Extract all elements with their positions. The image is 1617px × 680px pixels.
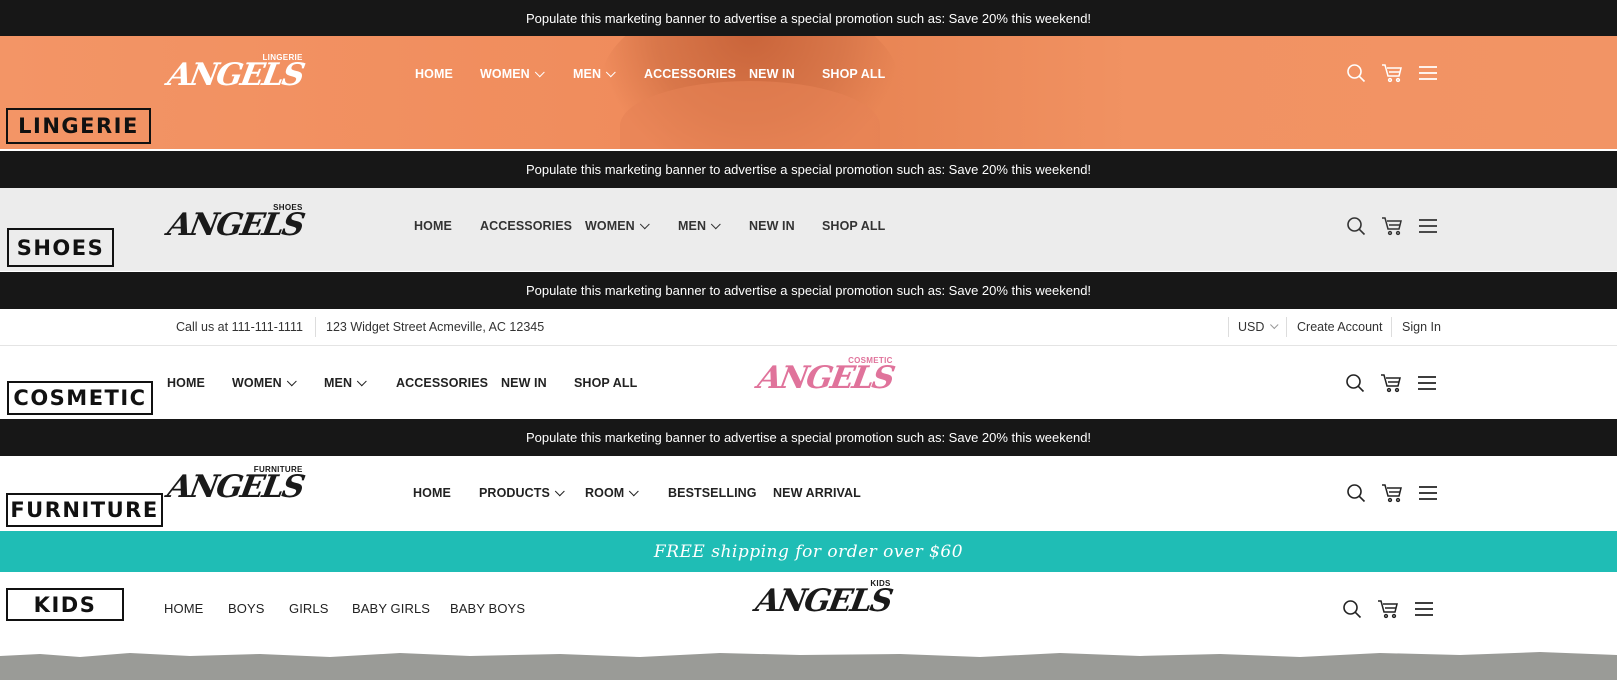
search-icon[interactable] (1346, 63, 1366, 83)
chevron-down-icon (605, 66, 616, 77)
promo-banner-shoes: Populate this marketing banner to advert… (0, 151, 1617, 188)
top-bar-cosmetic: Call us at 111-111-1111 123 Widget Stree… (0, 309, 1617, 346)
header-icons (1346, 216, 1438, 236)
logo-word: ANGELS (164, 57, 306, 93)
phone-link[interactable]: Call us at 111-111-1111 (176, 320, 303, 334)
promo-text: Populate this marketing banner to advert… (525, 162, 1092, 177)
nav-men[interactable]: MEN (678, 218, 721, 233)
section-tag-furniture: FURNITURE (6, 493, 163, 527)
header-icons (1342, 599, 1434, 619)
promo-text: Populate this marketing banner to advert… (525, 283, 1092, 298)
nav-accessories[interactable]: ACCESSORIES (396, 376, 488, 390)
divider (1228, 317, 1229, 337)
search-icon[interactable] (1345, 373, 1365, 393)
menu-icon[interactable] (1418, 64, 1438, 82)
nav-new-arrival[interactable]: NEW ARRIVAL (773, 486, 861, 500)
nav-products[interactable]: PRODUCTS (479, 485, 565, 500)
nav-room[interactable]: ROOM (585, 485, 640, 500)
nav-home[interactable]: HOME (415, 67, 453, 81)
header-furniture: FURNITURE ANGELS HOME PRODUCTS ROOM BEST… (0, 456, 1617, 531)
nav-new-in[interactable]: NEW IN (501, 376, 547, 390)
promo-text: Populate this marketing banner to advert… (525, 430, 1092, 445)
nav-home[interactable]: HOME (414, 219, 452, 233)
promo-banner-lingerie: Populate this marketing banner to advert… (0, 0, 1617, 36)
section-tag-cosmetic: COSMETIC (7, 381, 153, 415)
nav-boys[interactable]: BOYS (228, 601, 265, 616)
sign-in-link[interactable]: Sign In (1402, 320, 1441, 334)
shipping-text: FREE shipping for order over $60 (653, 541, 964, 562)
nav-new-in[interactable]: NEW IN (749, 219, 795, 233)
menu-icon[interactable] (1417, 374, 1437, 392)
nav-bestselling[interactable]: BESTSELLING (668, 486, 757, 500)
chevron-down-icon (639, 218, 650, 229)
menu-icon[interactable] (1414, 600, 1434, 618)
header-icons (1346, 63, 1438, 83)
divider (1391, 317, 1392, 337)
nav-home[interactable]: HOME (164, 601, 203, 616)
nav-baby-girls[interactable]: BABY GIRLS (352, 601, 430, 616)
header-shoes: SHOES ANGELS HOME ACCESSORIES WOMEN MEN … (0, 188, 1617, 271)
search-icon[interactable] (1346, 483, 1366, 503)
chevron-down-icon (629, 485, 640, 496)
nav-women[interactable]: WOMEN (232, 375, 297, 390)
nav-new-in[interactable]: NEW IN (749, 67, 795, 81)
cart-icon[interactable] (1381, 216, 1403, 236)
header-cosmetic: HOME WOMEN MEN ACCESSORIES NEW IN SHOP A… (0, 346, 1617, 419)
chevron-down-icon (356, 375, 367, 386)
currency-selector[interactable]: USD (1238, 320, 1279, 334)
chevron-down-icon (286, 375, 297, 386)
section-tag-kids: KIDS (6, 588, 124, 621)
divider (1286, 317, 1287, 337)
divider (315, 317, 316, 337)
promo-banner-furniture: Populate this marketing banner to advert… (0, 419, 1617, 456)
nav-girls[interactable]: GIRLS (289, 601, 329, 616)
chevron-down-icon (1270, 320, 1279, 330)
header-kids: HOME BOYS GIRLS BABY GIRLS BABY BOYS KID… (0, 572, 1617, 680)
promo-banner-cosmetic: Populate this marketing banner to advert… (0, 272, 1617, 309)
logo-cosmetic[interactable]: COSMETIC ANGELS (754, 356, 896, 396)
search-icon[interactable] (1346, 216, 1366, 236)
nav-shop-all[interactable]: SHOP ALL (822, 67, 885, 81)
logo-shoes[interactable]: SHOES ANGELS (164, 203, 306, 243)
nav-shop-all[interactable]: SHOP ALL (574, 376, 637, 390)
chevron-down-icon (710, 218, 721, 229)
nav-shop-all[interactable]: SHOP ALL (822, 219, 885, 233)
cart-icon[interactable] (1381, 483, 1403, 503)
shipping-banner-kids: FREE shipping for order over $60 (0, 531, 1617, 572)
nav-home[interactable]: HOME (413, 486, 451, 500)
nav-accessories[interactable]: ACCESSORIES (644, 67, 736, 81)
section-tag-lingerie: LINGERIE (6, 108, 151, 144)
logo-word: ANGELS (754, 360, 896, 396)
nav-men[interactable]: MEN (573, 66, 616, 81)
chevron-down-icon (534, 66, 545, 77)
chevron-down-icon (554, 485, 565, 496)
header-icons (1345, 373, 1437, 393)
store-address: 123 Widget Street Acmeville, AC 12345 (326, 320, 545, 334)
cart-icon[interactable] (1377, 599, 1399, 619)
logo-word: ANGELS (752, 583, 894, 619)
promo-text: Populate this marketing banner to advert… (525, 10, 1092, 26)
cart-icon[interactable] (1381, 63, 1403, 83)
nav-men[interactable]: MEN (324, 375, 367, 390)
nav-women[interactable]: WOMEN (480, 66, 545, 81)
header-icons (1346, 483, 1438, 503)
nav-baby-boys[interactable]: BABY BOYS (450, 601, 525, 616)
cart-icon[interactable] (1380, 373, 1402, 393)
section-tag-shoes: SHOES (7, 228, 114, 267)
menu-icon[interactable] (1418, 217, 1438, 235)
logo-word: ANGELS (164, 469, 306, 505)
nav-home[interactable]: HOME (167, 376, 205, 390)
menu-icon[interactable] (1418, 484, 1438, 502)
logo-furniture[interactable]: FURNITURE ANGELS (164, 465, 306, 505)
nav-women[interactable]: WOMEN (585, 218, 650, 233)
torn-paper-border (0, 652, 1617, 680)
create-account-link[interactable]: Create Account (1297, 320, 1382, 334)
logo-word: ANGELS (164, 207, 306, 243)
nav-accessories[interactable]: ACCESSORIES (480, 219, 572, 233)
header-lingerie: LINGERIE ANGELS HOME WOMEN MEN ACCESSORI… (0, 36, 1617, 149)
logo-lingerie[interactable]: LINGERIE ANGELS (164, 53, 306, 93)
logo-kids[interactable]: KIDS ANGELS (752, 579, 894, 619)
search-icon[interactable] (1342, 599, 1362, 619)
